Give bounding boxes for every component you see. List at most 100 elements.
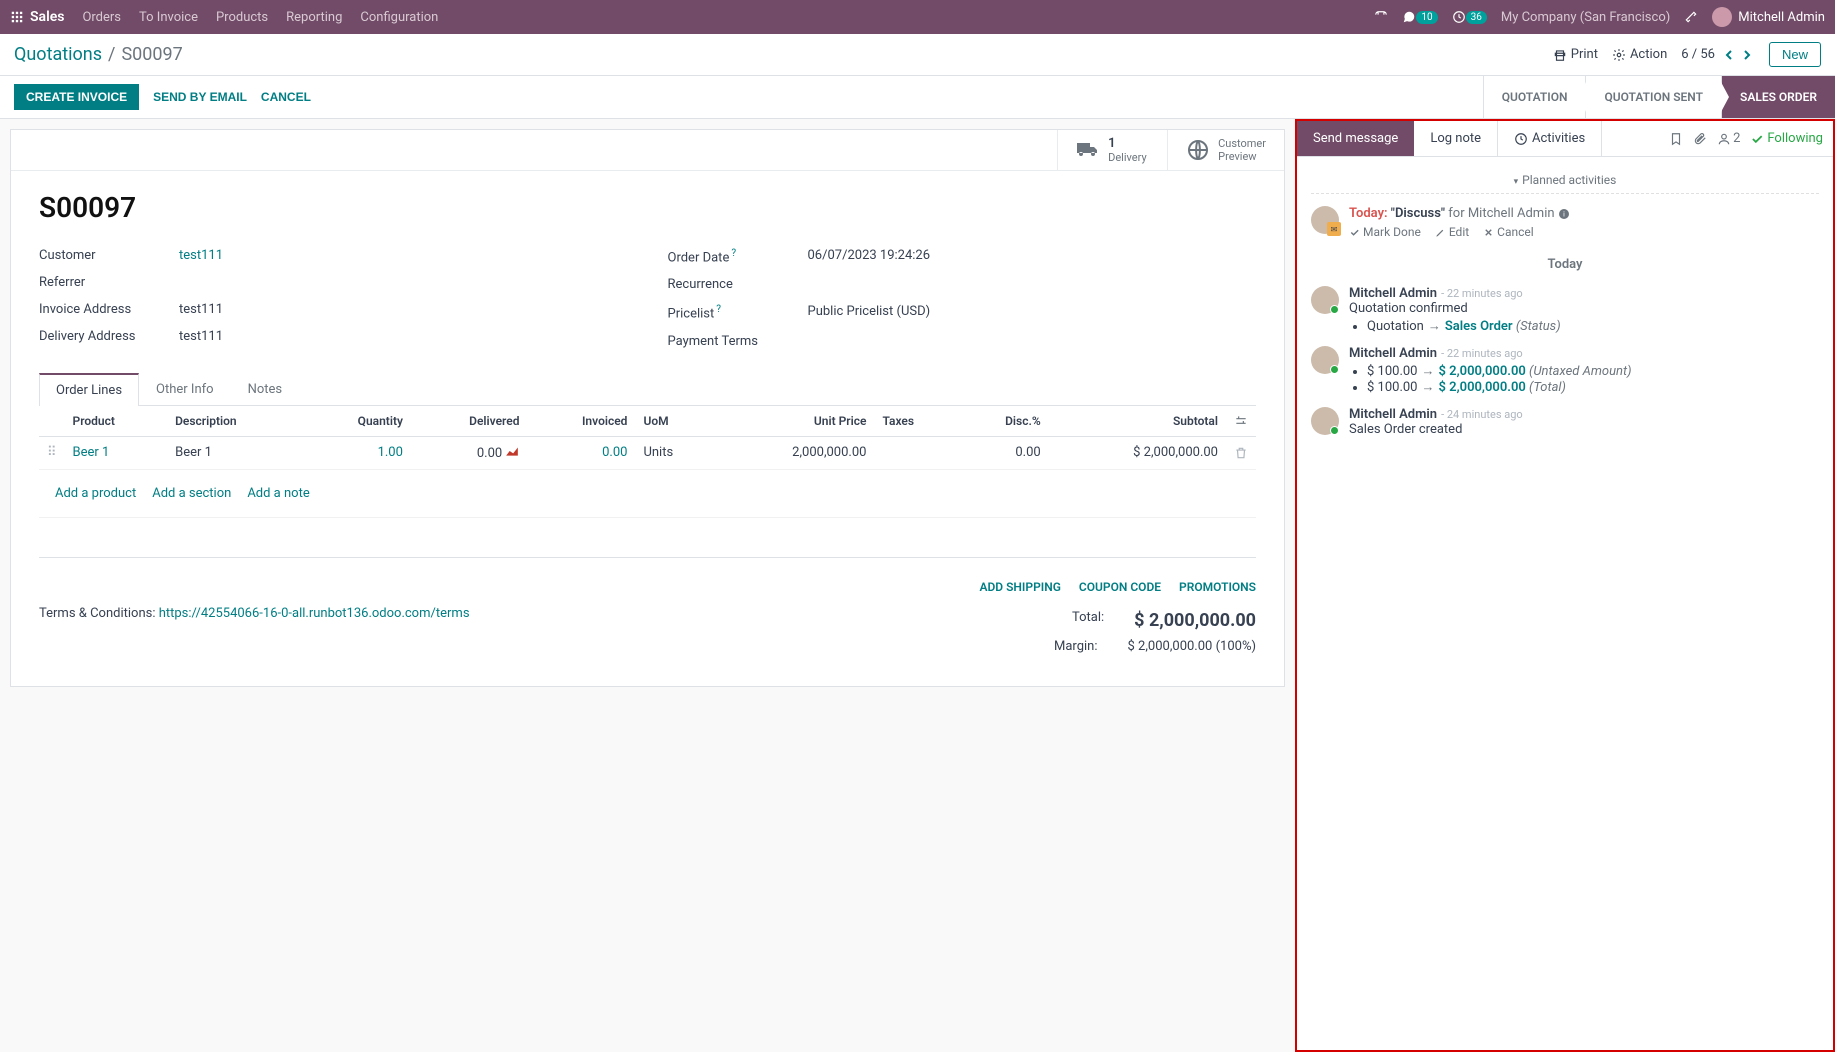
message: Mitchell Admin- 22 minutes ago Quotation…	[1311, 280, 1819, 340]
followers-button[interactable]: 2	[1717, 131, 1740, 146]
breadcrumb-parent[interactable]: Quotations	[14, 44, 102, 65]
status-sent[interactable]: QUOTATION SENT	[1585, 76, 1721, 118]
new-button[interactable]: New	[1769, 42, 1821, 67]
cell-invoiced[interactable]: 0.00	[527, 436, 635, 469]
message-time: - 22 minutes ago	[1441, 287, 1523, 300]
cell-unit-price[interactable]: 2,000,000.00	[716, 436, 875, 469]
cancel-activity-button[interactable]: Cancel	[1483, 225, 1534, 239]
referrer-label: Referrer	[39, 275, 179, 290]
info-icon[interactable]: i	[1558, 208, 1570, 220]
graph-icon[interactable]	[505, 445, 519, 457]
chat-icon	[1402, 10, 1416, 24]
total-label: Total:	[1072, 610, 1104, 631]
help-icon[interactable]: ?	[731, 248, 736, 259]
terms-link[interactable]: https://42554066-16-0-all.runbot136.odoo…	[159, 606, 470, 621]
shortcuts-button[interactable]	[1374, 10, 1388, 24]
col-invoiced[interactable]: Invoiced	[527, 406, 635, 437]
table-row[interactable]: ⠿ Beer 1 Beer 1 1.00 0.00 0.00 Units 2,0…	[39, 436, 1256, 469]
add-section-link[interactable]: Add a section	[152, 486, 231, 501]
menu-to-invoice[interactable]: To Invoice	[139, 10, 198, 25]
menu-configuration[interactable]: Configuration	[360, 10, 438, 25]
cell-disc[interactable]: 0.00	[958, 436, 1049, 469]
col-uom[interactable]: UoM	[635, 406, 715, 437]
col-product[interactable]: Product	[65, 406, 168, 437]
customer-field[interactable]: test111	[179, 248, 223, 263]
recurrence-label: Recurrence	[668, 277, 808, 292]
payment-terms-label: Payment Terms	[668, 334, 808, 349]
tab-other-info[interactable]: Other Info	[139, 373, 231, 405]
cell-uom[interactable]: Units	[635, 436, 715, 469]
edit-button[interactable]: Edit	[1435, 225, 1469, 239]
app-name[interactable]: Sales	[30, 9, 64, 25]
activity-subject[interactable]: "Discuss"	[1391, 206, 1445, 221]
add-shipping-link[interactable]: ADD SHIPPING	[979, 580, 1060, 594]
planned-activities-header[interactable]: Planned activities	[1311, 167, 1819, 194]
create-invoice-button[interactable]: CREATE INVOICE	[14, 84, 139, 110]
send-message-tab[interactable]: Send message	[1297, 121, 1414, 156]
message-author[interactable]: Mitchell Admin	[1349, 346, 1437, 361]
debug-button[interactable]	[1684, 10, 1698, 24]
menu-orders[interactable]: Orders	[82, 10, 121, 25]
messages-button[interactable]: 10	[1402, 10, 1437, 24]
cell-product[interactable]: Beer 1	[65, 436, 168, 469]
message-author[interactable]: Mitchell Admin	[1349, 407, 1437, 422]
bookmark-icon[interactable]	[1669, 132, 1683, 146]
col-description[interactable]: Description	[167, 406, 303, 437]
drag-handle[interactable]: ⠿	[39, 436, 65, 469]
help-icon[interactable]: ?	[716, 304, 721, 315]
col-subtotal[interactable]: Subtotal	[1049, 406, 1226, 437]
stat-preview[interactable]: Customer Preview	[1167, 130, 1284, 170]
cell-delivered[interactable]: 0.00	[411, 436, 528, 469]
settings-icon[interactable]	[1234, 414, 1248, 428]
delete-row-button[interactable]	[1226, 436, 1256, 469]
promotions-link[interactable]: PROMOTIONS	[1179, 580, 1256, 594]
print-button[interactable]: Print	[1553, 47, 1598, 62]
following-button[interactable]: Following	[1750, 131, 1823, 146]
chevron-right-icon[interactable]	[1739, 47, 1755, 63]
message-text: Sales Order created	[1349, 422, 1462, 437]
company-selector[interactable]: My Company (San Francisco)	[1501, 10, 1670, 25]
pricelist-field[interactable]: Public Pricelist (USD)	[808, 304, 931, 321]
tab-notes[interactable]: Notes	[231, 373, 300, 405]
control-panel: Quotations / S00097 Print Action 6 / 56 …	[0, 34, 1835, 76]
col-unit-price[interactable]: Unit Price	[716, 406, 875, 437]
user-menu[interactable]: Mitchell Admin	[1712, 7, 1825, 27]
col-taxes[interactable]: Taxes	[874, 406, 958, 437]
activities-tab[interactable]: Activities	[1497, 121, 1602, 156]
col-disc[interactable]: Disc.%	[958, 406, 1049, 437]
menu-reporting[interactable]: Reporting	[286, 10, 342, 25]
delivery-addr-field[interactable]: test111	[179, 329, 223, 344]
clock-icon	[1452, 10, 1466, 24]
apps-menu[interactable]: Sales	[10, 9, 64, 25]
margin-label: Margin:	[1054, 639, 1098, 654]
pager-value[interactable]: 6 / 56	[1681, 47, 1715, 62]
log-note-tab[interactable]: Log note	[1414, 121, 1497, 156]
gear-icon	[1612, 48, 1626, 62]
order-date-field[interactable]: 06/07/2023 19:24:26	[808, 248, 931, 265]
cancel-button[interactable]: CANCEL	[261, 90, 311, 104]
stat-delivery[interactable]: 1 Delivery	[1057, 130, 1167, 170]
activities-button[interactable]: 36	[1452, 10, 1487, 24]
send-email-button[interactable]: SEND BY EMAIL	[153, 90, 247, 104]
menu-products[interactable]: Products	[216, 10, 268, 25]
status-quotation[interactable]: QUOTATION	[1483, 76, 1586, 118]
chevron-left-icon[interactable]	[1721, 47, 1737, 63]
pencil-icon	[1435, 227, 1446, 238]
mark-done-button[interactable]: Mark Done	[1349, 225, 1421, 239]
invoice-addr-field[interactable]: test111	[179, 302, 223, 317]
cell-description[interactable]: Beer 1	[167, 436, 303, 469]
add-note-link[interactable]: Add a note	[247, 486, 309, 501]
status-order[interactable]: SALES ORDER	[1721, 76, 1835, 118]
coupon-code-link[interactable]: COUPON CODE	[1079, 580, 1161, 594]
add-product-link[interactable]: Add a product	[55, 486, 136, 501]
cell-taxes[interactable]	[874, 436, 958, 469]
col-delivered[interactable]: Delivered	[411, 406, 528, 437]
tab-order-lines[interactable]: Order Lines	[39, 373, 139, 406]
col-quantity[interactable]: Quantity	[303, 406, 411, 437]
tracking-value: $ 100.00→$ 2,000,000.00 (Total)	[1367, 379, 1819, 395]
cell-quantity[interactable]: 1.00	[303, 436, 411, 469]
attachment-icon[interactable]	[1693, 132, 1707, 146]
action-button[interactable]: Action	[1612, 47, 1667, 62]
message-author[interactable]: Mitchell Admin	[1349, 286, 1437, 301]
activities-badge: 36	[1466, 11, 1487, 24]
